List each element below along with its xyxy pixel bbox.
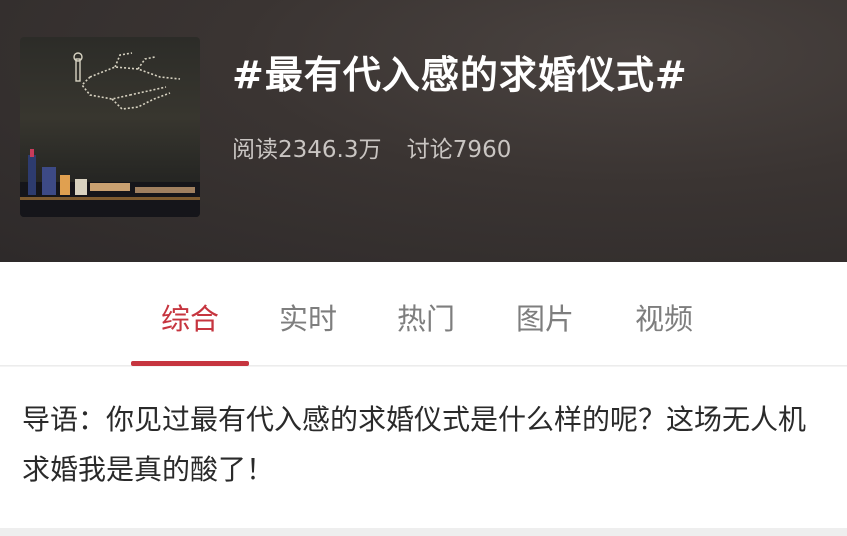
topic-stats: 阅读2346.3万 讨论7960 — [232, 130, 529, 164]
intro-text: 导语：你见过最有代入感的求婚仪式是什么样的呢？这场无人机求婚我是真的酸了！ — [22, 403, 807, 486]
topic-header: #最有代入感的求婚仪式# 阅读2346.3万 讨论7960 — [0, 0, 847, 262]
tab-comprehensive[interactable]: 综合 — [131, 296, 249, 338]
topic-cover-image[interactable] — [20, 37, 200, 217]
active-tab-indicator — [131, 361, 249, 366]
discuss-count: 讨论7960 — [406, 137, 512, 163]
drone-hand-illustration — [20, 52, 200, 217]
tab-hot[interactable]: 热门 — [367, 296, 485, 338]
intro-section: 导语：你见过最有代入感的求婚仪式是什么样的呢？这场无人机求婚我是真的酸了！ — [0, 367, 847, 528]
section-divider — [0, 528, 847, 536]
tab-realtime[interactable]: 实时 — [249, 296, 367, 338]
read-count: 阅读2346.3万 — [232, 137, 382, 163]
topic-title: #最有代入感的求婚仪式# — [232, 53, 688, 97]
tab-images[interactable]: 图片 — [486, 296, 604, 338]
tab-bar: 综合 实时 热门 图片 视频 — [0, 262, 847, 366]
tab-videos[interactable]: 视频 — [605, 296, 723, 338]
